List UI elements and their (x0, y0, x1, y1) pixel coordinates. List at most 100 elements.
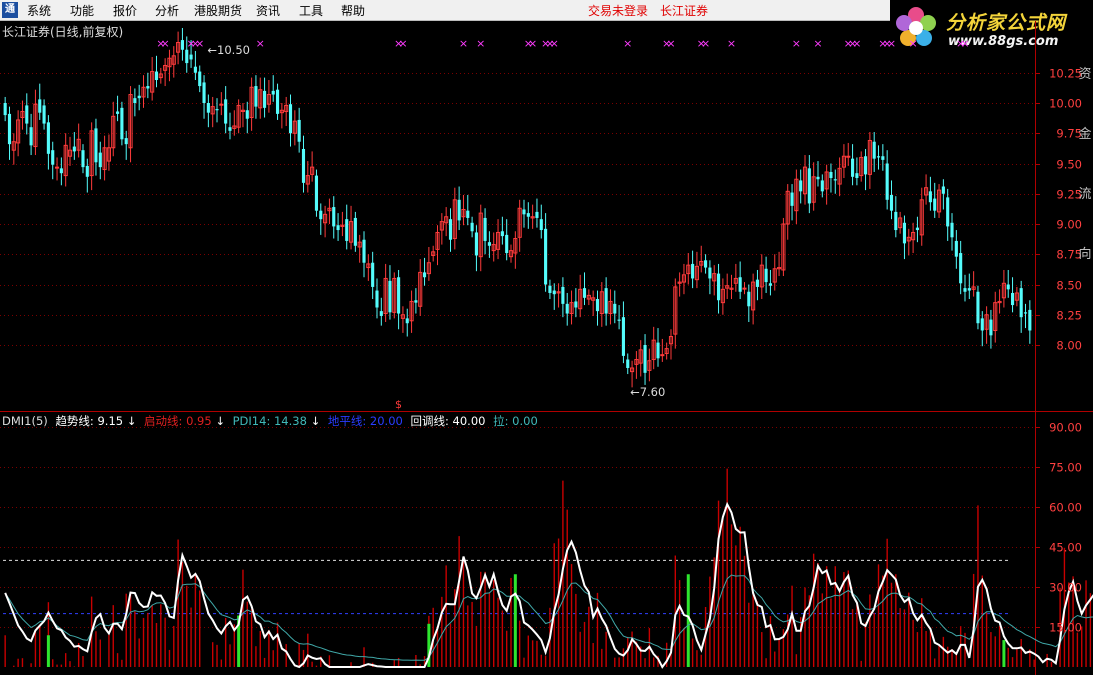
price-tick-label: 9.50 (1056, 158, 1082, 172)
candle-body-up (742, 287, 747, 290)
candle-body-down (59, 168, 63, 174)
candle-body-down (790, 192, 794, 206)
candle-body-down (29, 127, 33, 146)
candle-body-down (613, 303, 617, 314)
candle-body-down (371, 262, 375, 287)
candle-body-down (483, 217, 487, 241)
candle-body-down (487, 242, 491, 246)
candle-body-down (457, 199, 461, 221)
signal-marker-icon: × (550, 37, 559, 50)
candle-body-down (146, 86, 150, 89)
candle-body-down (228, 127, 232, 131)
candle-body-down (193, 66, 197, 73)
candle-body-down (466, 210, 470, 218)
candle-body-down (980, 318, 984, 331)
candle-body-down (353, 217, 357, 246)
candle-body-down (7, 113, 12, 145)
signal-marker-icon: × (528, 37, 537, 50)
price-tick-label: 8.25 (1056, 309, 1082, 323)
candle-body-down (405, 318, 409, 324)
indicator-tick-label: 75.00 (1049, 461, 1082, 475)
candle-body-down (535, 211, 539, 218)
signal-marker-icon: × (813, 37, 822, 50)
candle-body-up (846, 155, 851, 158)
candle-body-up (660, 354, 665, 357)
signal-marker-icon: × (459, 37, 468, 50)
candle-body-down (72, 146, 76, 152)
candle-body-down (716, 273, 721, 301)
candle-body-down (46, 122, 50, 154)
signal-marker-icon: × (792, 37, 801, 50)
candle-body-down (833, 179, 837, 181)
candle-body-down (928, 191, 932, 203)
right-axis-char: 资 (1078, 67, 1091, 82)
candle-body-down (820, 180, 824, 192)
candle-body-down (185, 49, 189, 64)
candle-body-down (816, 176, 820, 180)
candle-body-down (1019, 288, 1023, 318)
right-axis-char: 金 (1078, 126, 1091, 142)
candle-body-down (708, 267, 712, 279)
right-axis-char: 向 (1078, 246, 1091, 262)
candle-body-down (863, 156, 868, 175)
candle-body-down (755, 279, 760, 287)
candle-body-down (851, 158, 855, 177)
candle-body-down (206, 103, 210, 113)
candle-body-down (526, 213, 530, 217)
candle-body-down (565, 303, 569, 314)
candle-body-down (271, 90, 275, 95)
candle-body-down (263, 90, 267, 108)
candle-body-down (1010, 292, 1015, 306)
candle-body-down (738, 277, 742, 292)
candle-body-down (829, 171, 833, 179)
indicator-tick-label: 90.00 (1049, 421, 1082, 435)
candle-body-down (915, 227, 919, 231)
price-tick-label: 10.00 (1049, 97, 1082, 111)
candle-body-down (414, 300, 418, 303)
candle-body-down (275, 89, 280, 114)
candle-body-down (976, 291, 980, 324)
candle-body-down (314, 175, 319, 211)
candle-body-down (133, 98, 137, 103)
candle-body-down (604, 288, 608, 314)
candle-body-down (215, 109, 219, 111)
candle-body-down (397, 277, 401, 314)
candle-body-down (3, 103, 7, 116)
candle-body-down (297, 119, 301, 142)
indicator-tick-label: 60.00 (1049, 501, 1082, 515)
candle-body-down (1023, 312, 1028, 314)
candle-body-down (941, 186, 945, 194)
candle-body-down (388, 280, 392, 313)
signal-marker-icon: × (727, 37, 736, 50)
candle-body-down (548, 285, 552, 293)
right-axis-char: 流 (1078, 187, 1091, 202)
candle-body-down (81, 150, 85, 168)
candle-body-down (539, 219, 543, 231)
candle-body-down (522, 209, 526, 215)
candle-body-down (137, 95, 141, 99)
candle-body-down (500, 231, 504, 237)
candle-body-down (85, 165, 89, 177)
signal-marker-icon: × (908, 37, 917, 50)
candle-body-down (198, 71, 202, 87)
candle-body-down (25, 105, 29, 124)
candle-body-down (902, 222, 907, 244)
candle-body-up (54, 166, 60, 169)
candle-body-down (933, 198, 937, 211)
dividend-marker-icon: $ (395, 398, 402, 411)
signal-marker-icon: × (960, 37, 969, 50)
price-tick-label: 8.00 (1056, 339, 1082, 353)
candle-body-down (626, 359, 630, 368)
candle-body-up (219, 103, 224, 106)
chart-canvas[interactable]: ×× ××× × ×× × × ×× ××× × ×× ×× × × × ××× ××× × ××←10.50←7… (0, 0, 1093, 675)
candle-body-down (470, 222, 474, 232)
candle-body-down (124, 138, 128, 145)
signal-marker-icon: × (623, 37, 632, 50)
candle-body-down (319, 210, 323, 220)
candle-body-down (621, 317, 625, 356)
candle-body-down (950, 222, 954, 238)
candle-body-down (764, 268, 768, 283)
candle-body-down (202, 82, 206, 103)
candle-body-down (38, 99, 42, 113)
price-tick-label: 10.25 (1049, 67, 1082, 81)
